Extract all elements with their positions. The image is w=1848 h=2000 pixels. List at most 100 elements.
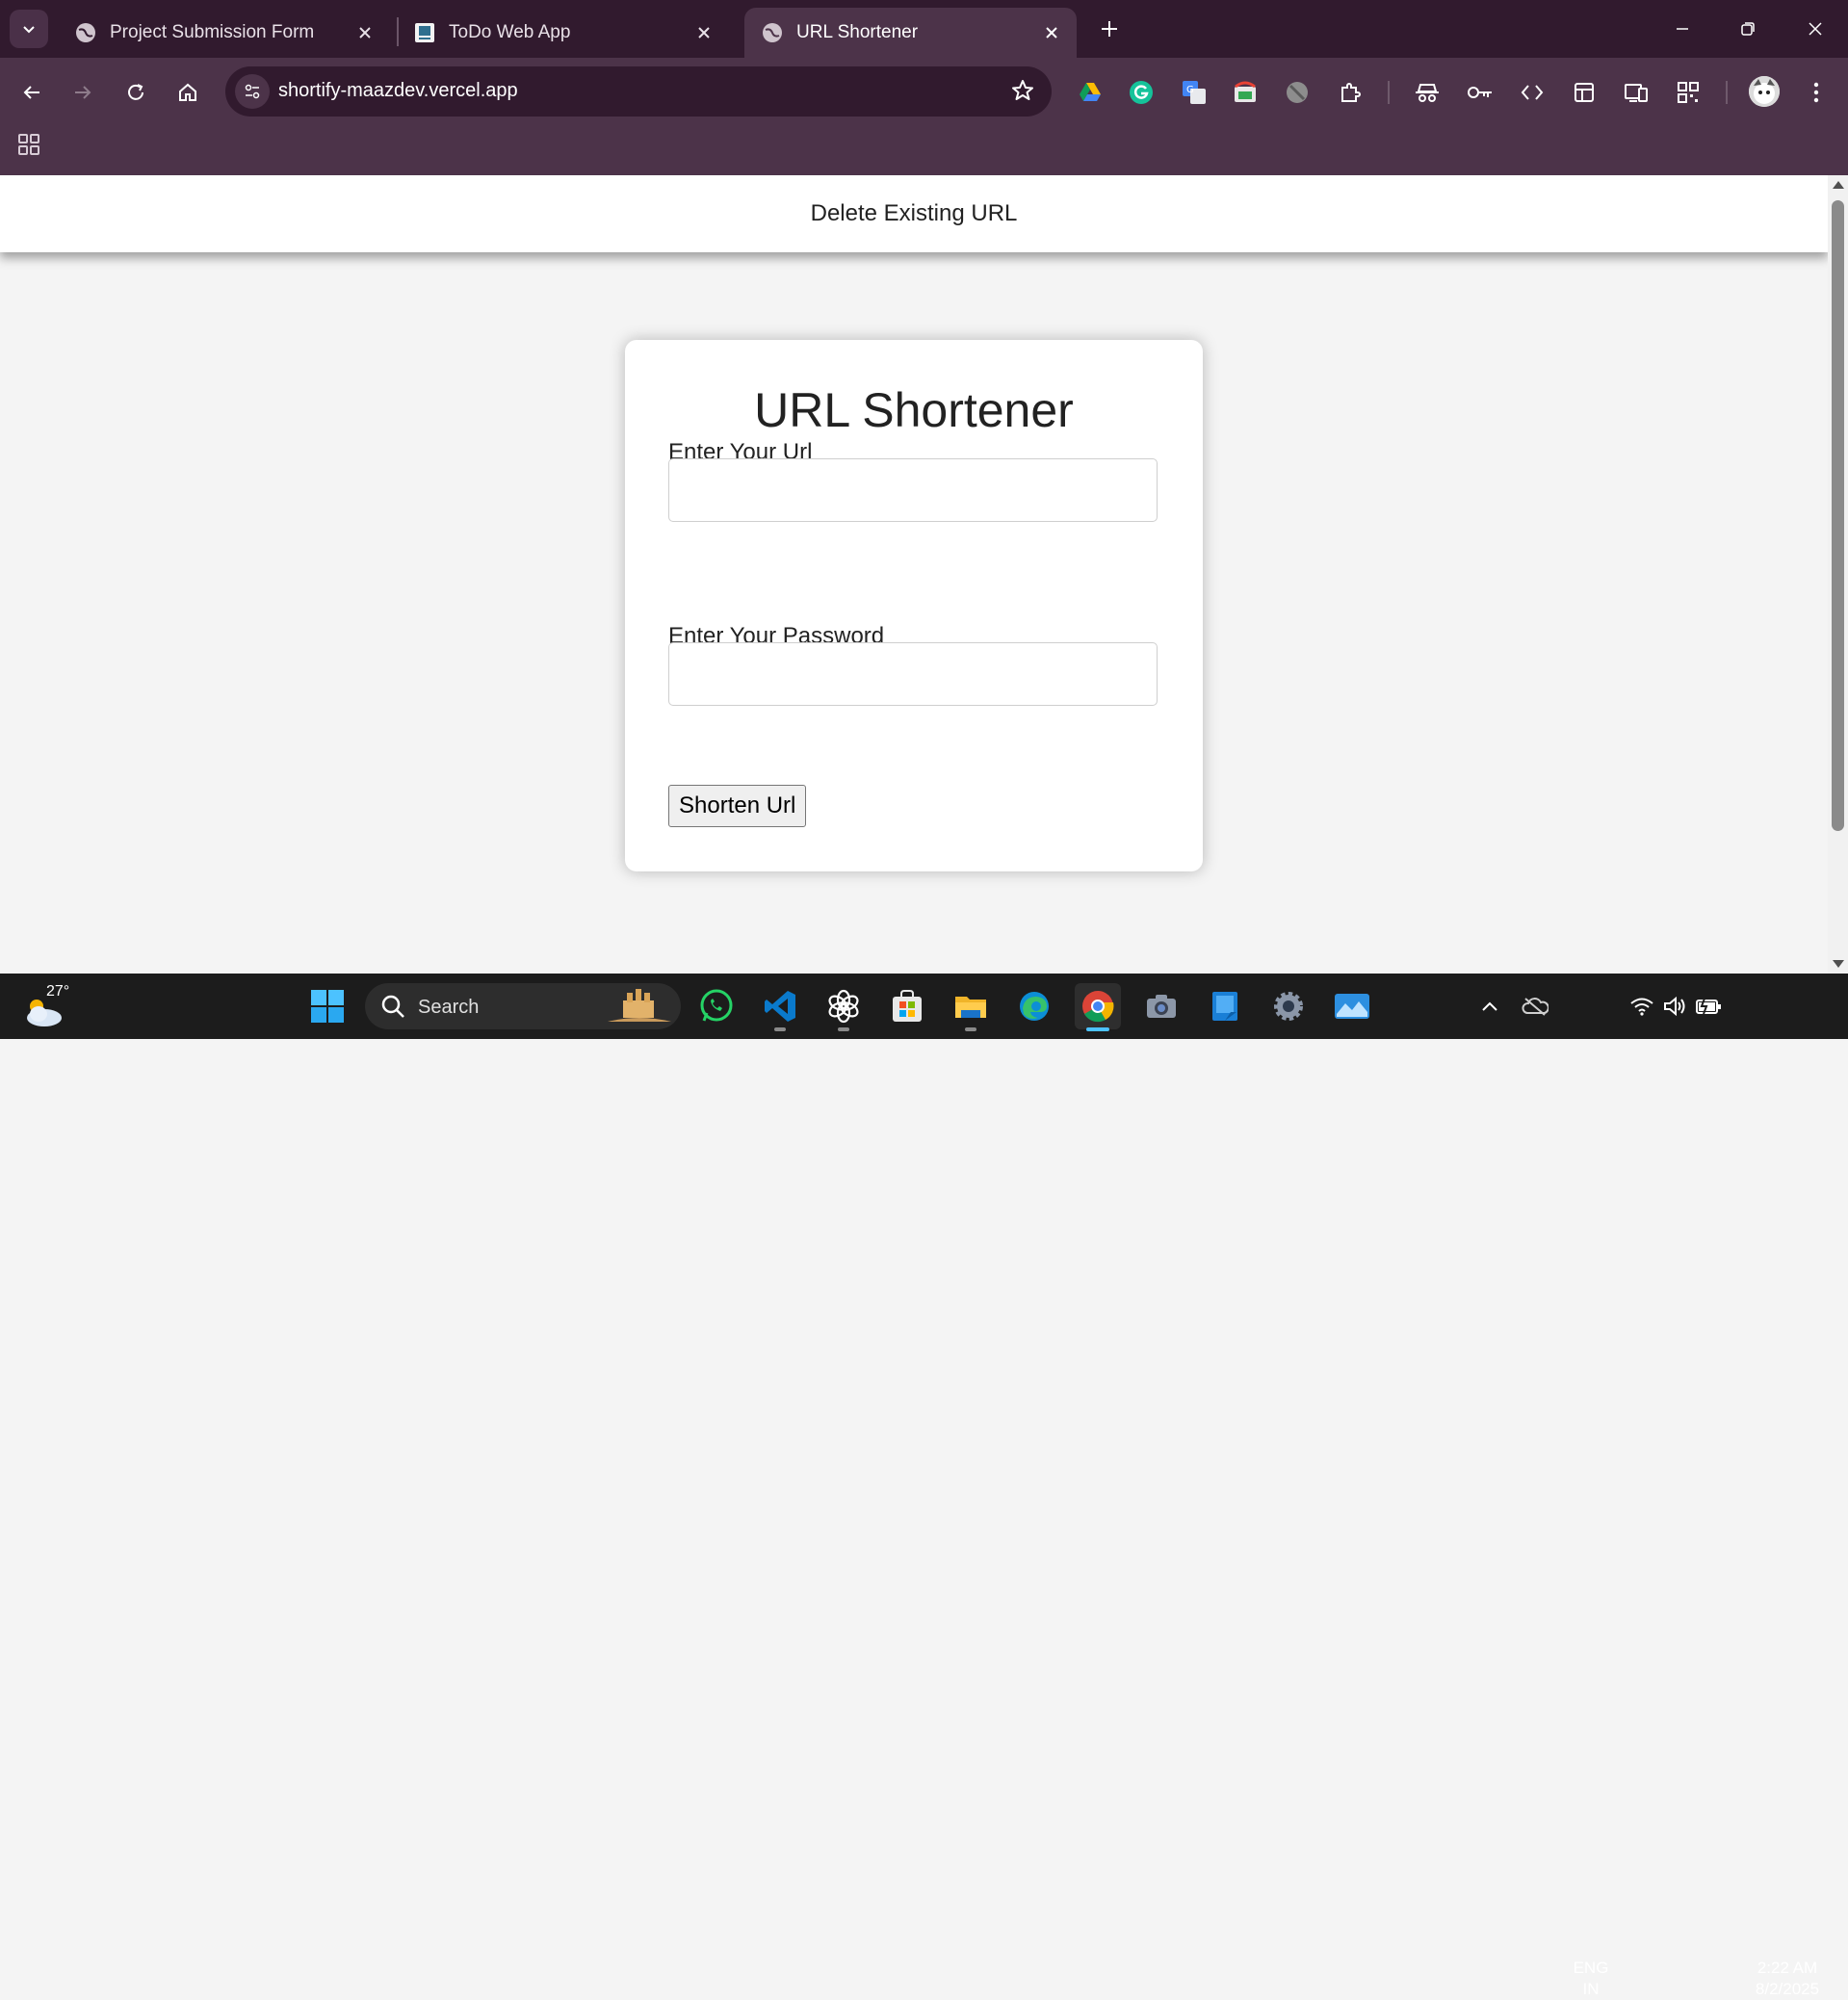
close-tab-icon[interactable] [1040,21,1063,44]
grammarly-extension-icon[interactable] [1122,73,1160,112]
weather-widget[interactable]: 27° [23,983,81,1031]
url-input[interactable] [668,458,1158,522]
forward-button[interactable] [64,73,102,112]
clock[interactable]: 2:22 AM 8/2/2025 [1739,1958,1835,2000]
photos-app-icon[interactable] [1329,983,1375,1029]
globe-icon [762,22,783,43]
toolbar-divider [1388,81,1390,104]
weather-temperature: 27° [46,983,70,1000]
close-tab-icon[interactable] [353,21,377,44]
close-window-button[interactable] [1783,0,1848,58]
restore-button[interactable] [1715,0,1781,58]
language-region: IN [1582,1980,1600,1998]
windows-taskbar: 27° Search ENG IN 2:22 AM 8/2/2025 [0,974,1848,1998]
tab-strip: Project Submission Form ToDo Web App URL… [0,0,1848,58]
tab-project-submission-form[interactable]: Project Submission Form [58,8,390,58]
tab-todo-web-app[interactable]: ToDo Web App [397,8,729,58]
more-menu-icon[interactable] [1797,73,1835,112]
edge-app-icon[interactable] [1011,983,1057,1029]
minimize-icon [1677,28,1688,30]
scroll-down-arrow-icon[interactable] [1833,960,1844,968]
back-button[interactable] [13,73,51,112]
profile-avatar[interactable] [1749,76,1780,107]
show-hidden-icons-button[interactable] [1467,983,1513,1029]
image-extension-icon[interactable] [1226,73,1264,112]
quick-settings-button[interactable] [1623,983,1729,1029]
search-placeholder: Search [418,997,480,1018]
clock-time: 2:22 AM [1757,1959,1818,1977]
minimize-button[interactable] [1650,0,1715,58]
reading-mode-icon[interactable] [1565,73,1603,112]
chevron-up-icon [1482,1001,1497,1011]
language-code: ENG [1573,1959,1609,1977]
browser-toolbar: shortify-maazdev.vercel.app G [0,58,1848,175]
google-translate-extension-icon[interactable]: G [1175,73,1213,112]
new-tab-button[interactable] [1092,12,1127,46]
restore-icon [1741,22,1755,36]
search-icon [381,995,404,1018]
search-highlight-icon [608,989,671,1022]
windows-logo-icon [311,990,344,1023]
password-input[interactable] [668,642,1158,706]
home-button[interactable] [169,73,207,112]
svg-text:G: G [1186,85,1194,95]
page-viewport: Delete Existing URL URL Shortener Enter … [0,175,1828,974]
onedrive-icon[interactable] [1512,983,1558,1029]
chrome-app-icon[interactable] [1075,983,1121,1031]
battery-charging-icon [1696,998,1721,1015]
plus-icon [1102,21,1117,37]
delete-existing-url-link[interactable]: Delete Existing URL [811,200,1018,227]
qr-code-icon[interactable] [1669,73,1707,112]
language-indicator[interactable]: ENG IN [1568,1958,1614,2000]
bookmark-star-icon[interactable] [1011,79,1034,107]
extensions-puzzle-icon[interactable] [1331,73,1369,112]
arrow-left-icon [23,86,39,99]
tune-icon [245,84,260,99]
chevron-down-icon [23,26,35,34]
shortener-form-card: URL Shortener Enter Your Url Enter Your … [625,340,1203,871]
apps-grid-icon[interactable] [13,129,44,160]
tab-url-shortener[interactable]: URL Shortener [744,8,1077,58]
password-key-icon[interactable] [1461,73,1499,112]
device-mode-icon[interactable] [1617,73,1655,112]
whatsapp-app-icon[interactable] [693,983,740,1029]
chatgpt-app-icon[interactable] [820,983,867,1031]
form-title: URL Shortener [754,383,1074,437]
start-button[interactable] [304,983,351,1029]
tab-title: URL Shortener [796,22,919,42]
volume-icon [1664,996,1685,1017]
blocked-extension-icon[interactable] [1278,73,1316,112]
wifi-icon [1630,998,1653,1016]
taskbar-search[interactable]: Search [365,983,681,1029]
todo-favicon-icon [414,22,435,43]
scroll-up-arrow-icon[interactable] [1833,181,1844,189]
file-explorer-app-icon[interactable] [948,983,994,1031]
tab-title: Project Submission Form [110,22,315,42]
reload-icon [128,84,143,100]
page-scrollbar[interactable] [1828,175,1848,974]
microsoft-store-app-icon[interactable] [884,983,930,1029]
code-brackets-icon[interactable] [1513,73,1551,112]
close-tab-icon[interactable] [692,21,716,44]
tab-search-button[interactable] [10,10,48,48]
tab-title: ToDo Web App [449,22,571,42]
close-icon [1809,22,1822,36]
scrollbar-thumb[interactable] [1832,200,1844,831]
toolbar-divider [1726,81,1728,104]
camera-app-icon[interactable] [1138,983,1184,1029]
incognito-spy-icon[interactable] [1408,73,1446,112]
top-navbar: Delete Existing URL [0,175,1828,252]
shorten-url-button[interactable]: Shorten Url [668,785,807,827]
url-text[interactable]: shortify-maazdev.vercel.app [278,80,518,102]
settings-app-icon[interactable] [1265,983,1312,1029]
notepad-app-icon[interactable] [1202,983,1248,1029]
vscode-app-icon[interactable] [757,983,803,1031]
globe-icon [75,22,96,43]
clock-date: 8/2/2025 [1755,1980,1820,1998]
address-bar[interactable]: shortify-maazdev.vercel.app [225,66,1052,117]
arrow-right-icon [75,86,91,99]
google-drive-extension-icon[interactable] [1071,73,1109,112]
reload-button[interactable] [117,73,155,112]
home-icon [179,83,196,101]
site-info-button[interactable] [235,74,270,109]
